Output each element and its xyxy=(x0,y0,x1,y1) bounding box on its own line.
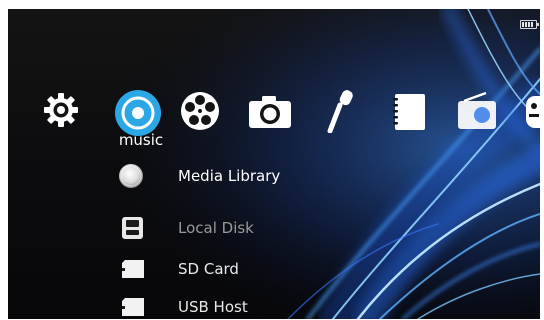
disc-icon xyxy=(112,163,146,189)
menu-item-media-library[interactable]: Media Library xyxy=(112,161,280,191)
gear-icon[interactable] xyxy=(42,91,80,129)
menu-item-sd-card[interactable]: SD Card xyxy=(112,254,239,284)
camera-icon[interactable] xyxy=(248,95,292,129)
film-reel-icon[interactable] xyxy=(180,91,220,131)
menu-item-label: SD Card xyxy=(178,260,239,278)
menu-item-usb-host[interactable]: USB Host xyxy=(112,292,248,319)
disk-icon xyxy=(112,215,146,241)
menu-item-local-disk[interactable]: Local Disk xyxy=(112,213,254,243)
microphone-icon[interactable] xyxy=(324,89,356,133)
usb-icon xyxy=(112,294,146,319)
sd-card-icon xyxy=(112,256,146,282)
battery-icon xyxy=(520,20,539,29)
music-disc-icon[interactable] xyxy=(114,89,162,137)
menu-item-label: USB Host xyxy=(178,298,248,316)
screen: music Media Library Local Disk SD Card U… xyxy=(8,9,540,319)
selected-menu-label: music xyxy=(118,131,164,149)
notebook-icon[interactable] xyxy=(392,93,426,131)
menu-item-label: Media Library xyxy=(178,167,281,185)
menu-item-label: Local Disk xyxy=(178,219,254,237)
gamepad-icon[interactable] xyxy=(524,95,540,129)
radio-icon[interactable] xyxy=(456,91,498,131)
